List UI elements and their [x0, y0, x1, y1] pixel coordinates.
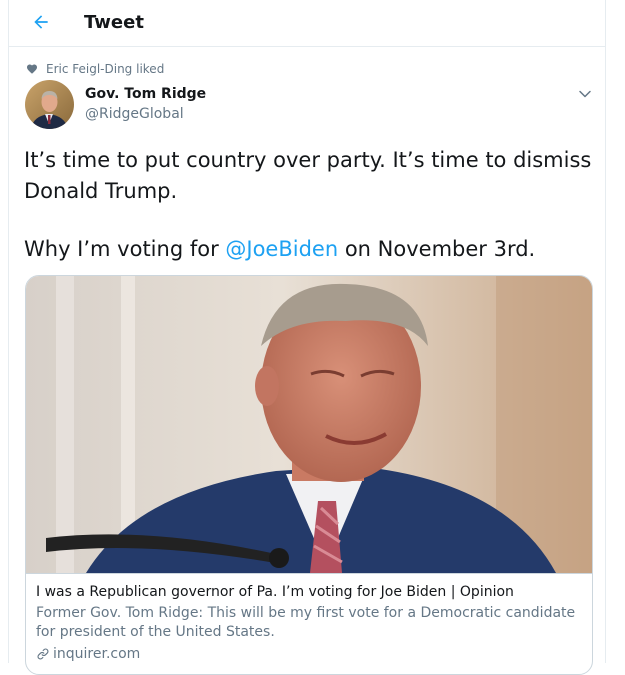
tweet-line-1: It’s time to put country over party. It’… — [24, 148, 592, 203]
heart-icon — [27, 64, 37, 74]
link-icon — [37, 648, 49, 660]
back-button[interactable] — [29, 10, 53, 34]
tweet-line-2: Why I’m voting for @JoeBiden on November… — [24, 234, 594, 265]
tweet-line-2-prefix: Why I’m voting for — [24, 237, 226, 261]
page-title: Tweet — [84, 12, 144, 33]
card-title: I was a Republican governor of Pa. I’m v… — [36, 584, 514, 600]
card-body: I was a Republican governor of Pa. I’m v… — [26, 573, 592, 662]
arrow-left-icon — [34, 15, 48, 29]
social-context[interactable]: Eric Feigl-Ding liked — [26, 62, 164, 76]
author-name[interactable]: Gov. Tom Ridge — [85, 86, 206, 102]
avatar[interactable] — [25, 80, 74, 129]
tweet-line-2-suffix: on November 3rd. — [338, 237, 536, 261]
card-image[interactable] — [26, 276, 592, 573]
mention-link[interactable]: @JoeBiden — [225, 237, 338, 261]
chevron-down-icon — [579, 90, 591, 98]
card-description: Former Gov. Tom Ridge: This will be my f… — [36, 605, 576, 640]
author-handle[interactable]: @RidgeGlobal — [85, 106, 184, 122]
more-options-button[interactable] — [575, 84, 595, 104]
avatar-photo — [25, 80, 74, 129]
link-preview-card[interactable]: I was a Republican governor of Pa. I’m v… — [25, 275, 593, 675]
card-photo — [26, 276, 592, 573]
social-context-label: Eric Feigl-Ding liked — [46, 62, 165, 76]
card-domain-label: inquirer.com — [53, 646, 141, 662]
tweet-page: Tweet Eric Feigl-Ding liked Gov. Tom Rid… — [8, 0, 606, 675]
top-bar: Tweet — [9, 0, 605, 47]
card-domain: inquirer.com — [36, 646, 582, 662]
tweet-text: It’s time to put country over party. It’… — [24, 145, 594, 265]
